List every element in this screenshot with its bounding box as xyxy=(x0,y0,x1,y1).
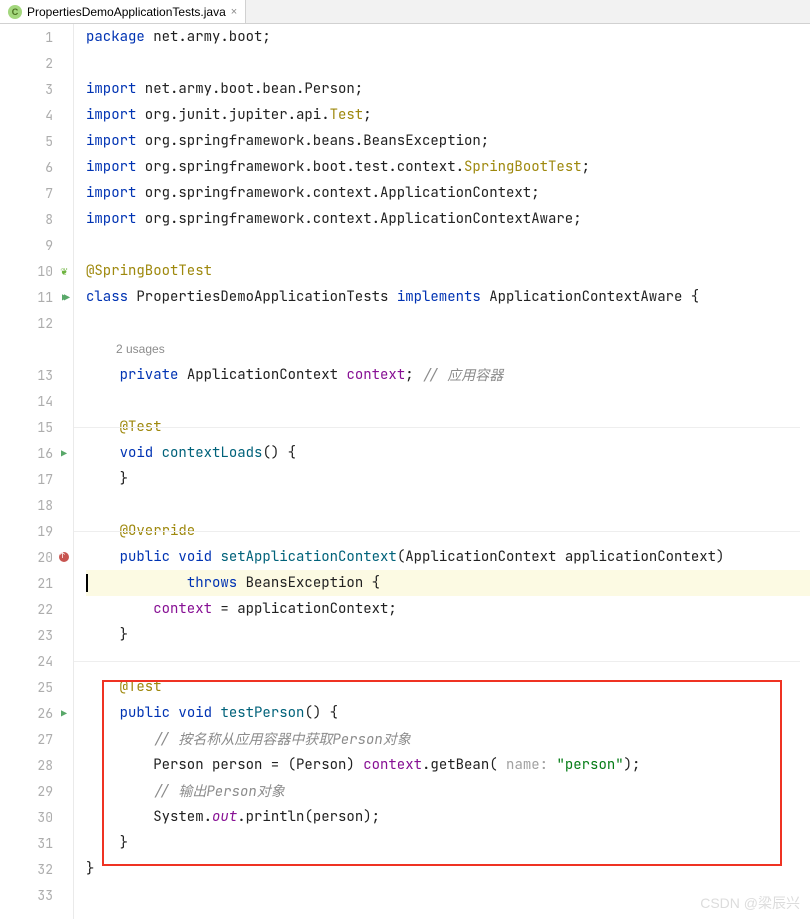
line-number[interactable]: 10❦ xyxy=(0,258,73,284)
code-line xyxy=(86,492,810,518)
code-line: context = applicationContext; xyxy=(86,596,810,622)
line-number[interactable]: 32 xyxy=(0,856,73,882)
code-line: void contextLoads() { xyxy=(86,440,810,466)
code-line: package net.army.boot; xyxy=(86,24,810,50)
code-area[interactable]: package net.army.boot; import net.army.b… xyxy=(74,24,810,919)
code-line xyxy=(86,310,810,336)
watermark: CSDN @梁辰兴 xyxy=(700,893,800,913)
line-number[interactable]: 19 xyxy=(0,518,73,544)
code-line: // 输出Person对象 xyxy=(86,778,810,804)
code-line: import org.springframework.context.Appli… xyxy=(86,180,810,206)
code-line: @Test xyxy=(86,674,810,700)
line-number[interactable]: 12 xyxy=(0,310,73,336)
line-number[interactable]: 7 xyxy=(0,180,73,206)
line-number[interactable]: 28 xyxy=(0,752,73,778)
line-number[interactable]: 22 xyxy=(0,596,73,622)
code-line: throws BeansException { xyxy=(86,570,810,596)
code-line: Person person = (Person) context.getBean… xyxy=(86,752,810,778)
run-test-icon[interactable]: ▶ xyxy=(57,706,71,720)
tab-filename: PropertiesDemoApplicationTests.java xyxy=(27,5,226,19)
line-number[interactable]: 24 xyxy=(0,648,73,674)
line-number[interactable]: 1 xyxy=(0,24,73,50)
code-line: } xyxy=(86,856,810,882)
line-number[interactable]: 25 xyxy=(0,674,73,700)
line-number[interactable]: 27 xyxy=(0,726,73,752)
tab-bar: C PropertiesDemoApplicationTests.java × xyxy=(0,0,810,24)
line-number[interactable]: 31 xyxy=(0,830,73,856)
code-line: // 按名称从应用容器中获取Person对象 xyxy=(86,726,810,752)
line-number[interactable]: 21 xyxy=(0,570,73,596)
code-line: class PropertiesDemoApplicationTests imp… xyxy=(86,284,810,310)
override-icon[interactable] xyxy=(57,550,71,564)
gutter: 1 2 3 4 5 6 7 8 9 10❦ 11▶▶ 12 13 14 15 1… xyxy=(0,24,74,919)
usages-inlay[interactable]: 2 usages xyxy=(86,336,810,362)
code-line xyxy=(86,232,810,258)
line-number[interactable]: 13 xyxy=(0,362,73,388)
code-line: } xyxy=(86,466,810,492)
code-line: public void testPerson() { xyxy=(86,700,810,726)
line-number[interactable]: 23 xyxy=(0,622,73,648)
run-class-icon[interactable]: ▶▶ xyxy=(57,290,71,304)
editor: 1 2 3 4 5 6 7 8 9 10❦ 11▶▶ 12 13 14 15 1… xyxy=(0,24,810,919)
code-line: } xyxy=(86,830,810,856)
line-number[interactable]: 3 xyxy=(0,76,73,102)
line-number[interactable]: 33 xyxy=(0,882,73,908)
run-test-icon[interactable]: ▶ xyxy=(57,446,71,460)
code-line: System.out.println(person); xyxy=(86,804,810,830)
code-line xyxy=(86,50,810,76)
line-number[interactable]: 6 xyxy=(0,154,73,180)
line-number[interactable]: 20 xyxy=(0,544,73,570)
line-number[interactable]: 30 xyxy=(0,804,73,830)
code-line: @SpringBootTest xyxy=(86,258,810,284)
code-line: import org.junit.jupiter.api.Test; xyxy=(86,102,810,128)
code-line xyxy=(86,388,810,414)
line-number[interactable]: 17 xyxy=(0,466,73,492)
code-line: import org.springframework.beans.BeansEx… xyxy=(86,128,810,154)
line-number[interactable]: 29 xyxy=(0,778,73,804)
code-line: private ApplicationContext context; // 应… xyxy=(86,362,810,388)
line-number[interactable]: 4 xyxy=(0,102,73,128)
line-number[interactable]: 8 xyxy=(0,206,73,232)
file-tab[interactable]: C PropertiesDemoApplicationTests.java × xyxy=(0,0,246,23)
line-number[interactable]: 15 xyxy=(0,414,73,440)
line-number[interactable]: 11▶▶ xyxy=(0,284,73,310)
usages-hint[interactable] xyxy=(0,336,73,362)
line-number[interactable]: 26▶ xyxy=(0,700,73,726)
line-number[interactable]: 16▶ xyxy=(0,440,73,466)
code-line: public void setApplicationContext(Applic… xyxy=(86,544,810,570)
line-number[interactable]: 9 xyxy=(0,232,73,258)
code-line: import org.springframework.boot.test.con… xyxy=(86,154,810,180)
code-line: } xyxy=(86,622,810,648)
close-icon[interactable]: × xyxy=(231,6,237,18)
line-number[interactable]: 2 xyxy=(0,50,73,76)
spring-icon[interactable]: ❦ xyxy=(57,264,71,278)
line-number[interactable]: 5 xyxy=(0,128,73,154)
code-line: import net.army.boot.bean.Person; xyxy=(86,76,810,102)
java-class-icon: C xyxy=(8,5,22,19)
code-line: import org.springframework.context.Appli… xyxy=(86,206,810,232)
line-number[interactable]: 18 xyxy=(0,492,73,518)
line-number[interactable]: 14 xyxy=(0,388,73,414)
